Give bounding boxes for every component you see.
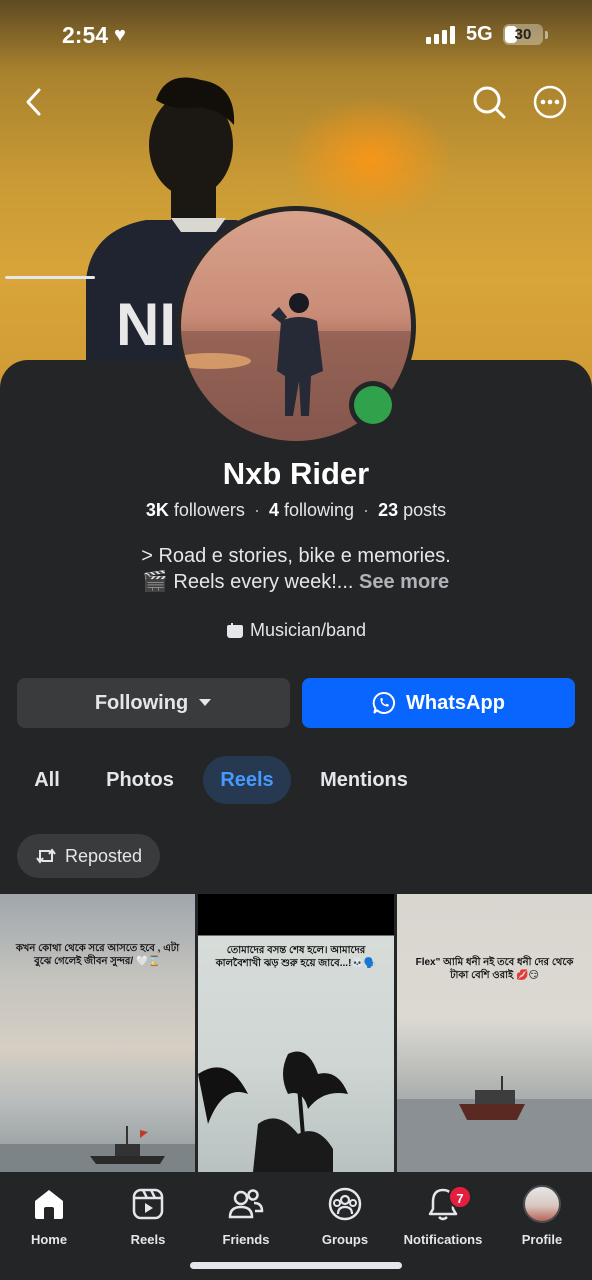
following-button[interactable]: Following bbox=[17, 678, 290, 728]
svg-text:NI: NI bbox=[116, 291, 176, 358]
status-bar: 2:54 ♥ 5G 30 bbox=[0, 0, 592, 70]
nav-notifications-label: Notifications bbox=[403, 1232, 483, 1247]
nav-groups[interactable]: Groups bbox=[290, 1184, 400, 1247]
repost-icon bbox=[36, 848, 56, 864]
more-options-button[interactable] bbox=[528, 80, 572, 124]
reel-thumbnail[interactable]: কখন কোথা থেকে সরে আসতে হবে , এটা বুঝে গে… bbox=[0, 894, 195, 1172]
tab-mentions[interactable]: Mentions bbox=[306, 756, 422, 804]
nav-home[interactable]: Home bbox=[0, 1184, 104, 1247]
back-button[interactable] bbox=[12, 80, 56, 124]
whatsapp-button-label: WhatsApp bbox=[406, 691, 505, 714]
reposted-label: Reposted bbox=[64, 845, 143, 866]
online-status-indicator bbox=[349, 381, 397, 429]
whatsapp-icon bbox=[372, 691, 396, 714]
following-button-label: Following bbox=[94, 691, 189, 714]
posts-label: posts bbox=[403, 500, 447, 520]
friends-icon bbox=[228, 1189, 264, 1219]
bio-line-1: > Road e stories, bike e memories. bbox=[141, 545, 451, 567]
nav-home-label: Home bbox=[30, 1232, 68, 1247]
home-indicator bbox=[190, 1262, 402, 1269]
reel-progress-indicator bbox=[5, 276, 95, 279]
home-icon bbox=[35, 1190, 63, 1219]
search-button[interactable] bbox=[467, 80, 511, 124]
nav-profile-label: Profile bbox=[521, 1232, 563, 1247]
content-tabs: All Photos Reels Mentions bbox=[0, 756, 592, 804]
status-time-group: 2:54 ♥ bbox=[62, 22, 126, 49]
nav-reels[interactable]: Reels bbox=[93, 1184, 203, 1247]
reels-grid: কখন কোথা থেকে সরে আসতে হবে , এটা বুঝে গে… bbox=[0, 894, 592, 1172]
profile-stats: 3K followers · 4 following · 23 posts bbox=[0, 500, 592, 521]
bio-line-2: 🎬 Reels every week!... bbox=[142, 571, 354, 593]
whatsapp-button[interactable]: WhatsApp bbox=[302, 678, 575, 728]
category-label: Musician/band bbox=[249, 620, 367, 640]
posts-count: 23 bbox=[378, 500, 399, 520]
reel-thumbnail[interactable]: Flex" আমি ধনী নই তবে ধনী দের থেকে টাকা ব… bbox=[397, 894, 592, 1172]
reposted-filter-chip[interactable]: Reposted bbox=[17, 834, 160, 878]
profile-avatar-icon bbox=[523, 1185, 561, 1223]
tab-photos[interactable]: Photos bbox=[94, 756, 186, 804]
profile-category: Musician/band bbox=[0, 620, 592, 641]
reels-icon bbox=[132, 1188, 164, 1220]
battery-tip bbox=[545, 31, 548, 39]
signal-icon bbox=[426, 26, 455, 44]
reel-boat-image bbox=[0, 1126, 195, 1172]
nav-friends-label: Friends bbox=[222, 1232, 270, 1247]
nav-groups-label: Groups bbox=[321, 1232, 369, 1247]
profile-bio: > Road e stories, bike e memories. 🎬 Ree… bbox=[0, 543, 592, 595]
following-label: following bbox=[283, 500, 355, 520]
tab-reels[interactable]: Reels bbox=[203, 756, 291, 804]
reel-palm-image bbox=[198, 1051, 348, 1172]
following-count: 4 bbox=[268, 500, 279, 520]
search-icon bbox=[473, 86, 506, 119]
chevron-left-icon bbox=[26, 88, 41, 116]
followers-link[interactable]: 3K followers bbox=[146, 500, 245, 520]
tab-all[interactable]: All bbox=[22, 756, 72, 804]
nav-reels-label: Reels bbox=[130, 1232, 166, 1247]
battery-level: 30 bbox=[514, 26, 532, 43]
category-page-icon bbox=[226, 622, 243, 638]
notifications-badge: 7 bbox=[448, 1185, 472, 1209]
nav-profile[interactable]: Profile bbox=[487, 1184, 592, 1247]
battery-icon: 30 bbox=[503, 24, 543, 45]
more-icon bbox=[533, 85, 567, 119]
heart-icon: ♥ bbox=[114, 24, 126, 46]
reel-thumbnail[interactable]: তোমাদের বসন্ত শেষ হলে। আমাদের কালবৈশাখী … bbox=[198, 894, 394, 1172]
profile-name: Nxb Rider bbox=[222, 456, 370, 491]
network-type: 5G bbox=[466, 23, 493, 45]
followers-count: 3K bbox=[145, 500, 169, 520]
nav-notifications[interactable]: 7 Notifications bbox=[388, 1184, 498, 1247]
groups-icon bbox=[328, 1187, 362, 1221]
nav-friends[interactable]: Friends bbox=[191, 1184, 301, 1247]
reel-ship-image bbox=[397, 1076, 592, 1172]
followers-label: followers bbox=[173, 500, 245, 520]
see-more-link[interactable]: See more bbox=[359, 571, 449, 593]
caret-down-icon bbox=[199, 699, 212, 706]
posts-link[interactable]: 23 posts bbox=[378, 500, 446, 520]
following-link[interactable]: 4 following bbox=[269, 500, 354, 520]
status-time: 2:54 bbox=[62, 22, 109, 48]
separator-dot: · bbox=[253, 500, 260, 520]
separator-dot: · bbox=[363, 500, 370, 520]
